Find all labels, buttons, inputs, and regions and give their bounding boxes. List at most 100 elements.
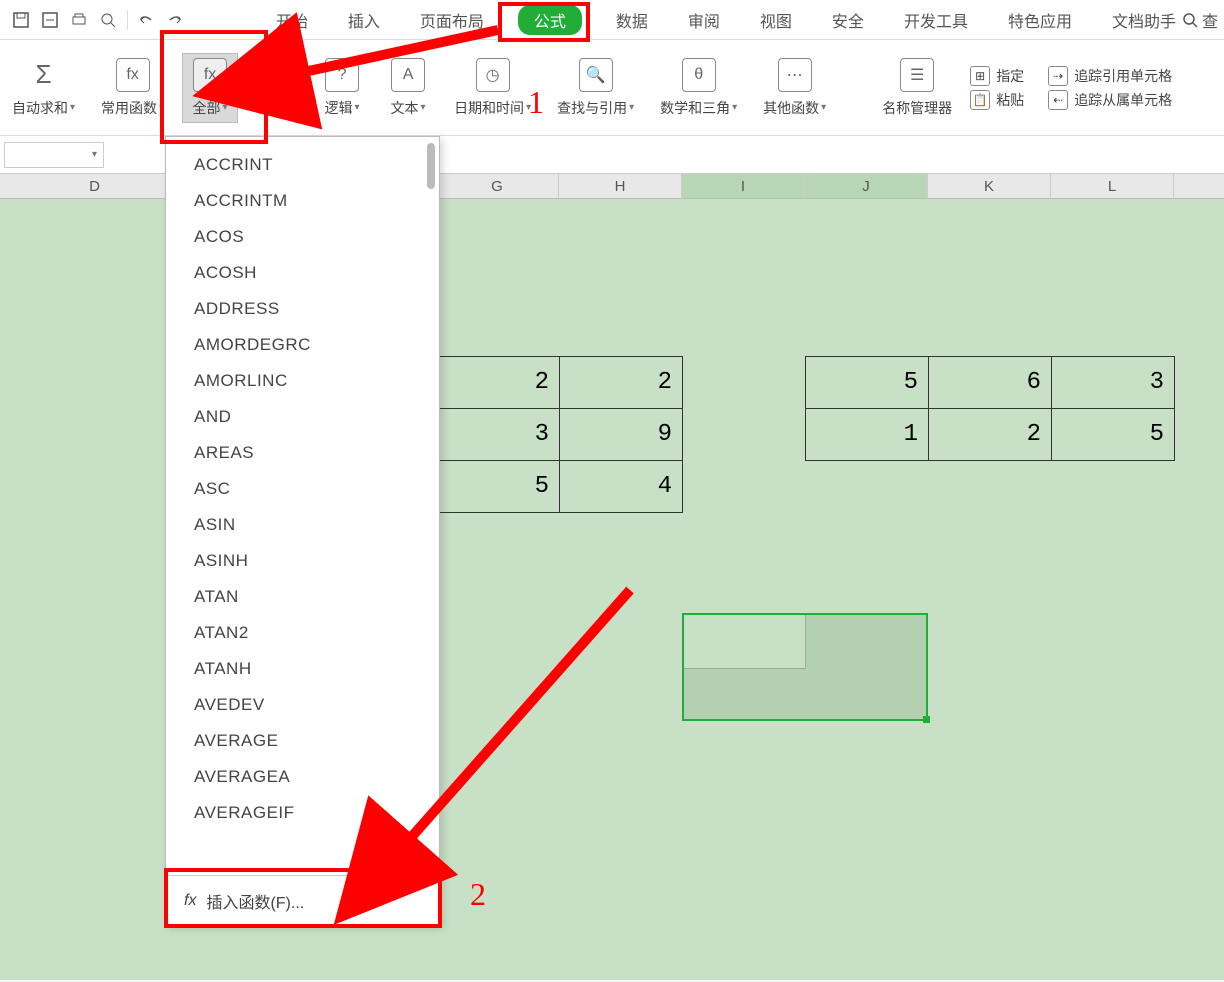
cell[interactable]: 2 — [437, 357, 560, 409]
func-item[interactable]: AVEDEV — [166, 687, 439, 723]
autosum-button[interactable]: Σ 自动求和▾ — [4, 54, 83, 122]
func-item[interactable]: AMORLINC — [166, 363, 439, 399]
func-item[interactable]: ACCRINT — [166, 147, 439, 183]
paste-icon: 📋 — [970, 90, 990, 110]
col-g[interactable]: G — [436, 174, 559, 198]
func-item[interactable]: AVERAGE — [166, 723, 439, 759]
search-label: 查 — [1202, 8, 1218, 32]
ribbon: Σ 自动求和▾ fx 常用函数▾ fx 全部▾ ¥ 财务▾ ? 逻辑▾ A 文本… — [0, 40, 1224, 136]
tab-layout[interactable]: 页面布局 — [414, 4, 490, 36]
quick-access-toolbar: 开始 插入 页面布局 公式 数据 审阅 视图 安全 开发工具 特色应用 文档助手… — [0, 0, 1224, 40]
datetime-button[interactable]: ◷ 日期和时间▾ — [446, 54, 539, 122]
col-i[interactable]: I — [682, 174, 805, 198]
trace-dependents-button[interactable]: ⇠追踪从属单元格 — [1048, 90, 1172, 110]
func-item[interactable]: AND — [166, 399, 439, 435]
cell[interactable]: 9 — [560, 409, 683, 461]
lookup-button[interactable]: 🔍 查找与引用▾ — [549, 54, 642, 122]
save-icon[interactable] — [6, 5, 35, 35]
cell[interactable]: 2 — [560, 357, 683, 409]
func-item[interactable]: ACCRINTM — [166, 183, 439, 219]
func-item[interactable]: AVERAGEIF — [166, 795, 439, 831]
tab-special[interactable]: 特色应用 — [1002, 4, 1078, 36]
tab-start[interactable]: 开始 — [270, 4, 314, 36]
tab-review[interactable]: 审阅 — [682, 4, 726, 36]
col-k[interactable]: K — [928, 174, 1051, 198]
ellipsis-icon: ⋯ — [778, 58, 812, 92]
assign-button[interactable]: ⊞指定 — [970, 66, 1024, 86]
redo-icon[interactable] — [161, 5, 190, 35]
func-item[interactable]: ATAN — [166, 579, 439, 615]
cell[interactable]: 5 — [806, 357, 929, 409]
right-data-table: 563 125 — [805, 356, 1175, 461]
money-icon: ¥ — [259, 58, 293, 92]
paste-button[interactable]: 📋粘贴 — [970, 90, 1024, 110]
undo-icon[interactable] — [132, 5, 161, 35]
text-button[interactable]: A 文本▾ — [380, 54, 436, 122]
func-item[interactable]: ASIN — [166, 507, 439, 543]
func-item[interactable]: ACOSH — [166, 255, 439, 291]
func-item[interactable]: ASINH — [166, 543, 439, 579]
func-item[interactable]: ASC — [166, 471, 439, 507]
col-h[interactable]: H — [559, 174, 682, 198]
tab-security[interactable]: 安全 — [826, 4, 870, 36]
other-func-button[interactable]: ⋯ 其他函数▾ — [755, 54, 834, 122]
tab-view[interactable]: 视图 — [754, 4, 798, 36]
save-as-icon[interactable] — [35, 5, 64, 35]
col-j[interactable]: J — [805, 174, 928, 198]
fx-star-icon: fx — [116, 58, 150, 92]
func-item[interactable]: ADDRESS — [166, 291, 439, 327]
text-a-icon: A — [391, 58, 425, 92]
logical-button[interactable]: ? 逻辑▾ — [314, 54, 370, 122]
func-item[interactable]: AMORDEGRC — [166, 327, 439, 363]
grid-icon: ⊞ — [970, 66, 990, 86]
cell-selection[interactable] — [682, 613, 928, 721]
cell[interactable]: 6 — [929, 357, 1052, 409]
tab-dochelper[interactable]: 文档助手 — [1106, 4, 1182, 36]
func-item[interactable]: ATAN2 — [166, 615, 439, 651]
cell[interactable]: 1 — [806, 409, 929, 461]
name-mgr-icon: ☰ — [900, 58, 934, 92]
clock-icon: ◷ — [476, 58, 510, 92]
ribbon-tabs: 开始 插入 页面布局 公式 数据 审阅 视图 安全 开发工具 特色应用 文档助手 — [270, 4, 1182, 36]
mathtrig-button[interactable]: θ 数学和三角▾ — [652, 54, 745, 122]
print-icon[interactable] — [64, 5, 93, 35]
cell[interactable]: 4 — [560, 461, 683, 513]
question-icon: ? — [325, 58, 359, 92]
func-item[interactable]: AVERAGEA — [166, 759, 439, 795]
func-item[interactable]: AREAS — [166, 435, 439, 471]
col-l[interactable]: L — [1051, 174, 1174, 198]
fill-handle[interactable] — [923, 716, 930, 723]
tab-formula[interactable]: 公式 — [518, 5, 582, 35]
cell[interactable]: 2 — [929, 409, 1052, 461]
trace-prec-icon: ⇢ — [1048, 66, 1068, 86]
fx-footer-icon: fx — [184, 892, 196, 910]
cell[interactable]: 5 — [437, 461, 560, 513]
left-data-table: 22 39 54 — [436, 356, 683, 513]
theta-icon: θ — [682, 58, 716, 92]
trace-precedents-button[interactable]: ⇢追踪引用单元格 — [1048, 66, 1172, 86]
cell[interactable]: 3 — [1052, 357, 1175, 409]
trace-dep-icon: ⇠ — [1048, 90, 1068, 110]
fx-icon: fx — [193, 58, 227, 92]
cell[interactable]: 3 — [437, 409, 560, 461]
active-cell — [684, 615, 806, 669]
name-box[interactable]: ▾ — [4, 142, 104, 168]
insert-function-button[interactable]: fx 插入函数(F)... — [166, 875, 439, 925]
tab-dev[interactable]: 开发工具 — [898, 4, 974, 36]
common-func-button[interactable]: fx 常用函数▾ — [93, 54, 172, 122]
preview-icon[interactable] — [93, 5, 122, 35]
all-func-button[interactable]: fx 全部▾ — [182, 53, 238, 123]
func-item[interactable]: ATANH — [166, 651, 439, 687]
cell[interactable]: 5 — [1052, 409, 1175, 461]
func-item[interactable]: ACOS — [166, 219, 439, 255]
tab-insert[interactable]: 插入 — [342, 4, 386, 36]
col-d[interactable]: D — [0, 174, 190, 198]
tab-data[interactable]: 数据 — [610, 4, 654, 36]
insert-function-label: 插入函数(F)... — [206, 889, 304, 913]
search-icon[interactable]: 查 — [1182, 8, 1218, 32]
all-functions-dropdown: ACCRINT ACCRINTM ACOS ACOSH ADDRESS AMOR… — [165, 136, 440, 926]
name-manager-button[interactable]: ☰ 名称管理器 — [874, 54, 960, 122]
financial-button[interactable]: ¥ 财务▾ — [248, 54, 304, 122]
scrollbar-thumb[interactable] — [427, 143, 435, 189]
function-list[interactable]: ACCRINT ACCRINTM ACOS ACOSH ADDRESS AMOR… — [166, 137, 439, 875]
